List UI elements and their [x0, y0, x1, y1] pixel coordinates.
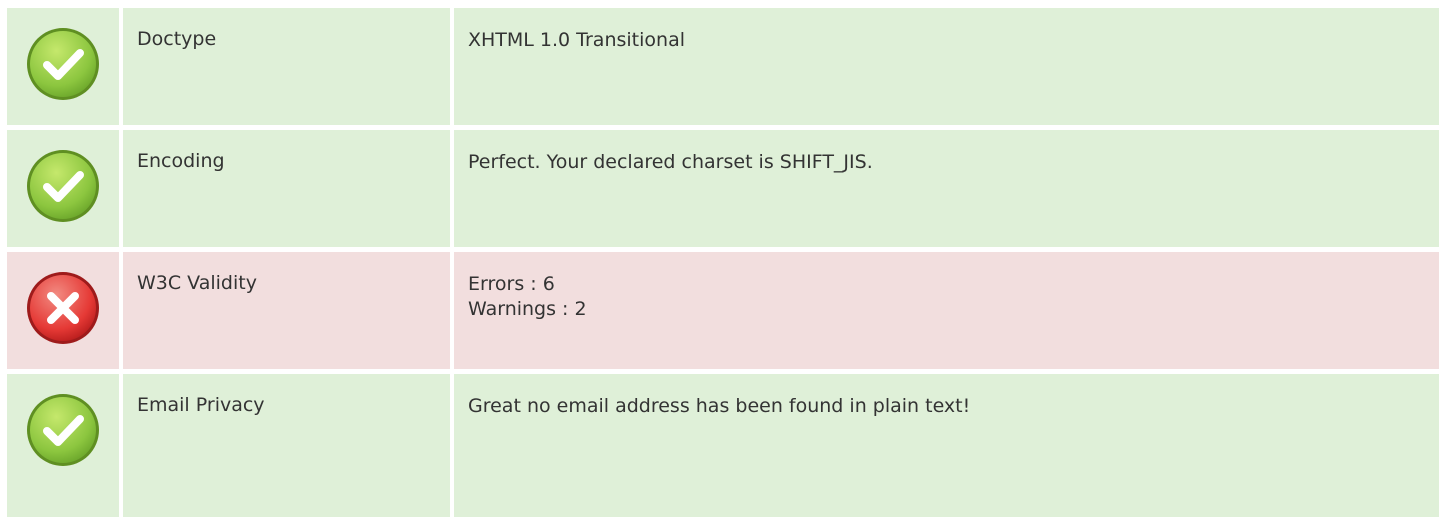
check-label: W3C Validity [123, 252, 450, 369]
check-result: Great no email address has been found in… [454, 374, 1439, 517]
result-line: Great no email address has been found in… [468, 395, 971, 417]
check-result: Errors : 6 Warnings : 2 [454, 252, 1439, 369]
status-cell [7, 252, 119, 369]
check-result: Perfect. Your declared charset is SHIFT_… [454, 130, 1439, 247]
check-icon [25, 392, 101, 517]
check-icon [25, 26, 101, 125]
status-cell [7, 8, 119, 125]
check-label: Email Privacy [123, 374, 450, 517]
result-line: XHTML 1.0 Transitional [468, 29, 685, 51]
check-result: XHTML 1.0 Transitional [454, 8, 1439, 125]
seo-report-table: Doctype XHTML 1.0 Transitional Encoding … [0, 0, 1444, 517]
cross-icon [25, 270, 101, 369]
result-line-warnings: Warnings : 2 [468, 298, 587, 320]
check-label: Encoding [123, 130, 450, 247]
status-cell [7, 374, 119, 517]
doctype-row: Doctype XHTML 1.0 Transitional [7, 8, 1439, 125]
status-cell [7, 130, 119, 247]
check-icon [25, 148, 101, 247]
w3c-validity-row: W3C Validity Errors : 6 Warnings : 2 [7, 252, 1439, 369]
check-label: Doctype [123, 8, 450, 125]
email-privacy-row: Email Privacy Great no email address has… [7, 374, 1439, 517]
encoding-row: Encoding Perfect. Your declared charset … [7, 130, 1439, 247]
result-line-errors: Errors : 6 [468, 273, 555, 295]
result-line: Perfect. Your declared charset is SHIFT_… [468, 151, 873, 173]
